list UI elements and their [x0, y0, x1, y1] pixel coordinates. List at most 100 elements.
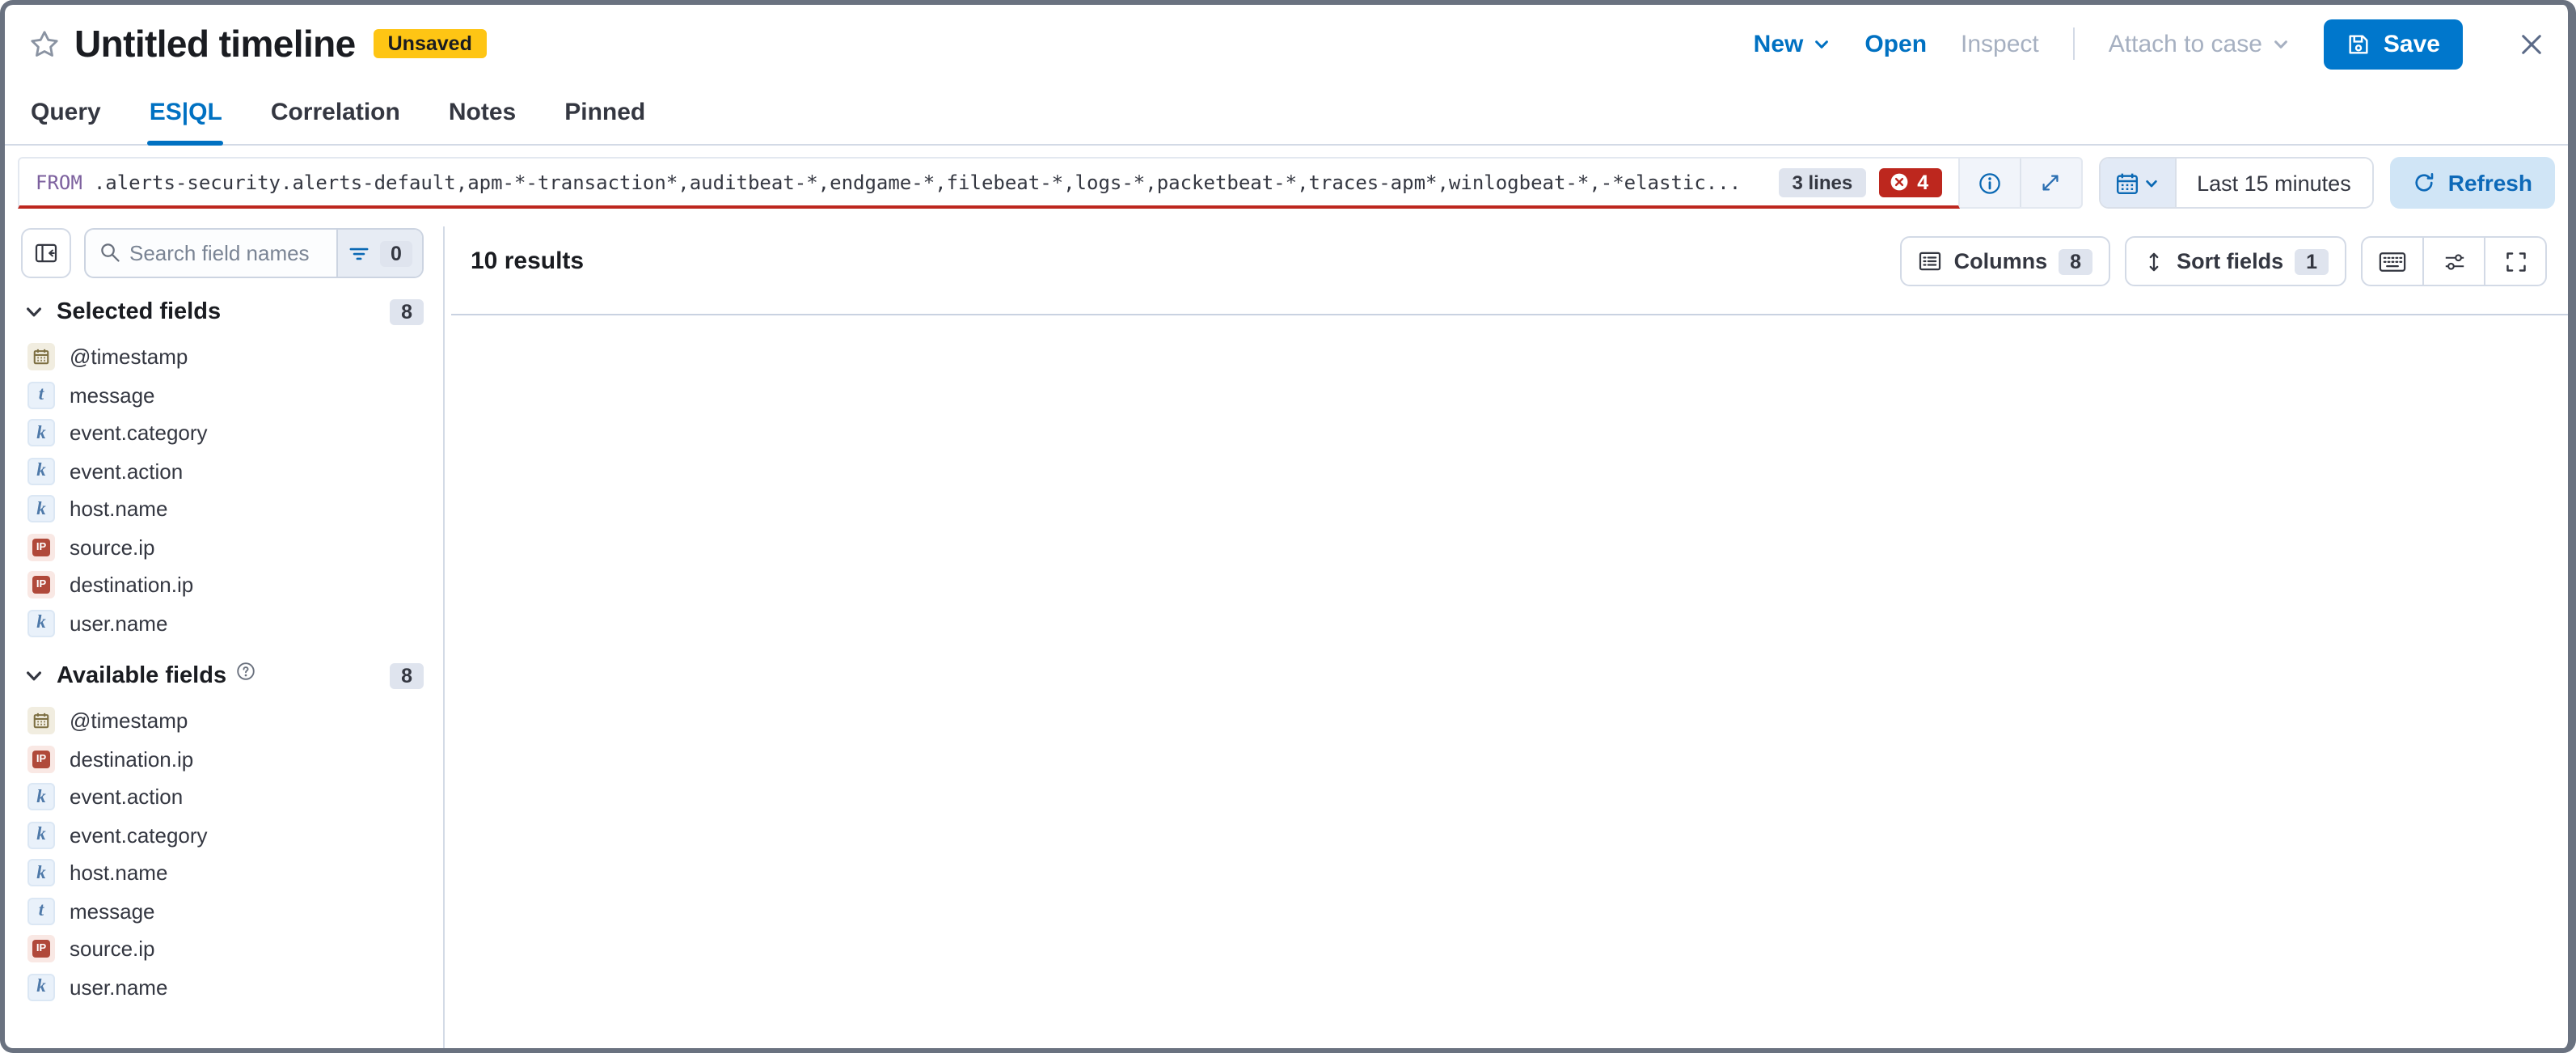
- field-item-source.ip[interactable]: IPsource.ip: [21, 528, 424, 566]
- inspect-button[interactable]: Inspect: [1961, 30, 2039, 57]
- attach-to-case-button[interactable]: Attach to case: [2109, 30, 2290, 57]
- field-filter-button[interactable]: 0: [336, 230, 422, 277]
- available-fields-count: 8: [390, 663, 424, 689]
- sort-fields-button[interactable]: Sort fields 1: [2125, 236, 2346, 286]
- unsaved-badge: Unsaved: [374, 29, 487, 58]
- fullscreen-icon[interactable]: [2484, 238, 2545, 285]
- error-icon: [1888, 171, 1909, 192]
- table-body: [451, 315, 2568, 1048]
- open-button[interactable]: Open: [1864, 30, 1927, 57]
- search-icon: [99, 241, 121, 264]
- field-name: event.category: [70, 823, 208, 848]
- error-count-badge[interactable]: 4: [1878, 167, 1941, 197]
- new-button[interactable]: New: [1754, 30, 1831, 57]
- field-item-message[interactable]: t message: [21, 892, 424, 930]
- save-button[interactable]: Save: [2324, 19, 2463, 69]
- selected-fields-list: @timestamptmessagekevent.categorykevent.…: [21, 338, 424, 642]
- field-item-destination.ip[interactable]: IPdestination.ip: [21, 566, 424, 604]
- keyword-token-icon: k: [27, 784, 55, 811]
- fields-toolbar: 0: [21, 228, 424, 278]
- field-item-user.name[interactable]: kuser.name: [21, 604, 424, 642]
- grid-controls: Columns 8 Sort fields 1: [1901, 236, 2547, 286]
- lines-badge[interactable]: 3 lines: [1779, 167, 1865, 197]
- keyword-token-icon: k: [27, 822, 55, 849]
- field-item-@timestamp[interactable]: @timestamp: [21, 702, 424, 740]
- search-input[interactable]: [86, 241, 336, 265]
- available-fields-header[interactable]: Available fields 8: [24, 663, 424, 689]
- text-token-icon: t: [27, 898, 55, 925]
- field-name: message: [70, 383, 155, 408]
- field-item-destination.ip[interactable]: IPdestination.ip: [21, 740, 424, 778]
- timeline-header: Untitled timeline Unsaved New Open Inspe…: [5, 5, 2568, 82]
- field-name: @timestamp: [70, 345, 188, 370]
- table-header-row: [451, 296, 2568, 315]
- header-actions: New Open Inspect Attach to case Save: [1754, 19, 2544, 69]
- text-token-icon: t: [27, 382, 55, 409]
- field-name: user.name: [70, 611, 167, 636]
- keyword-token-icon: k: [27, 420, 55, 447]
- tab-notes[interactable]: Notes: [447, 82, 517, 144]
- favorite-star-icon[interactable]: [29, 28, 60, 59]
- chevron-down-icon: [24, 302, 44, 322]
- field-item-host.name[interactable]: khost.name: [21, 854, 424, 892]
- keyword-token-icon: k: [27, 458, 55, 485]
- timeline-modal: Untitled timeline Unsaved New Open Inspe…: [0, 0, 2576, 1053]
- keyword-token-icon: k: [27, 860, 55, 887]
- field-item-@timestamp[interactable]: @timestamp: [21, 338, 424, 376]
- field-item-source.ip[interactable]: IP source.ip: [21, 930, 424, 968]
- columns-button[interactable]: Columns 8: [1901, 236, 2110, 286]
- divider: [2073, 27, 2075, 60]
- field-name: user.name: [70, 975, 167, 1000]
- calendar-icon: [2115, 171, 2139, 195]
- ip-token-icon: IP: [27, 936, 55, 963]
- field-item-message[interactable]: t message: [21, 376, 424, 414]
- tab-correlation[interactable]: Correlation: [269, 82, 402, 144]
- tab-es-ql[interactable]: ES|QL: [148, 82, 224, 144]
- field-item-event.action[interactable]: kevent.action: [21, 778, 424, 816]
- info-icon[interactable]: [1959, 159, 2019, 207]
- keyword-token-icon: k: [27, 974, 55, 1001]
- grid-display-options: [2361, 236, 2547, 286]
- filter-count-badge: 0: [379, 240, 413, 266]
- filter-icon: [347, 242, 370, 264]
- field-item-host.name[interactable]: khost.name: [21, 490, 424, 528]
- field-item-event.category[interactable]: k event.category: [21, 816, 424, 854]
- expand-editor-icon[interactable]: [2019, 159, 2080, 207]
- date-token-icon: [27, 708, 55, 735]
- chevron-down-icon: [2272, 35, 2290, 53]
- collapse-sidebar-button[interactable]: [21, 228, 71, 278]
- display-settings-icon[interactable]: [2422, 238, 2484, 285]
- field-item-user.name[interactable]: k user.name: [21, 968, 424, 1006]
- selected-fields-header[interactable]: Selected fields 8: [24, 299, 424, 325]
- ip-token-icon: IP: [27, 572, 55, 599]
- refresh-button[interactable]: Refresh: [2390, 157, 2555, 209]
- sort-count-badge: 1: [2295, 248, 2329, 274]
- results-toolbar: 10 results Columns 8 Sort fields 1: [445, 226, 2568, 296]
- collapse-panel-icon: [34, 241, 58, 265]
- sort-icon: [2143, 250, 2165, 273]
- time-range-display[interactable]: Last 15 minutes: [2174, 159, 2372, 207]
- timeline-title[interactable]: Untitled timeline: [74, 22, 356, 66]
- refresh-icon: [2413, 171, 2435, 194]
- editor-toolbar: [1959, 157, 2082, 209]
- field-name: @timestamp: [70, 709, 188, 734]
- tab-query[interactable]: Query: [29, 82, 103, 144]
- close-icon[interactable]: [2519, 32, 2544, 56]
- ip-token-glyph: IP: [32, 941, 50, 958]
- esql-editor[interactable]: FROM.alerts-security.alerts-default,apm-…: [18, 157, 1959, 209]
- keyboard-shortcuts-icon[interactable]: [2363, 238, 2422, 285]
- field-name: message: [70, 899, 155, 924]
- columns-count-badge: 8: [2059, 248, 2092, 274]
- help-icon[interactable]: [236, 662, 255, 681]
- esql-query-text[interactable]: FROM.alerts-security.alerts-default,apm-…: [36, 171, 1766, 193]
- date-quick-select-button[interactable]: [2100, 159, 2174, 207]
- available-fields-title: Available fields: [57, 663, 226, 689]
- field-item-event.action[interactable]: k event.action: [21, 452, 424, 490]
- esql-query-bar: FROM.alerts-security.alerts-default,apm-…: [18, 157, 2555, 209]
- field-name: source.ip: [70, 937, 155, 962]
- available-fields-list: @timestampIPdestination.ipkevent.actionk…: [21, 702, 424, 1006]
- field-name: event.action: [70, 459, 183, 484]
- field-item-event.category[interactable]: kevent.category: [21, 414, 424, 452]
- tab-pinned[interactable]: Pinned: [563, 82, 647, 144]
- chevron-down-icon: [2144, 176, 2159, 190]
